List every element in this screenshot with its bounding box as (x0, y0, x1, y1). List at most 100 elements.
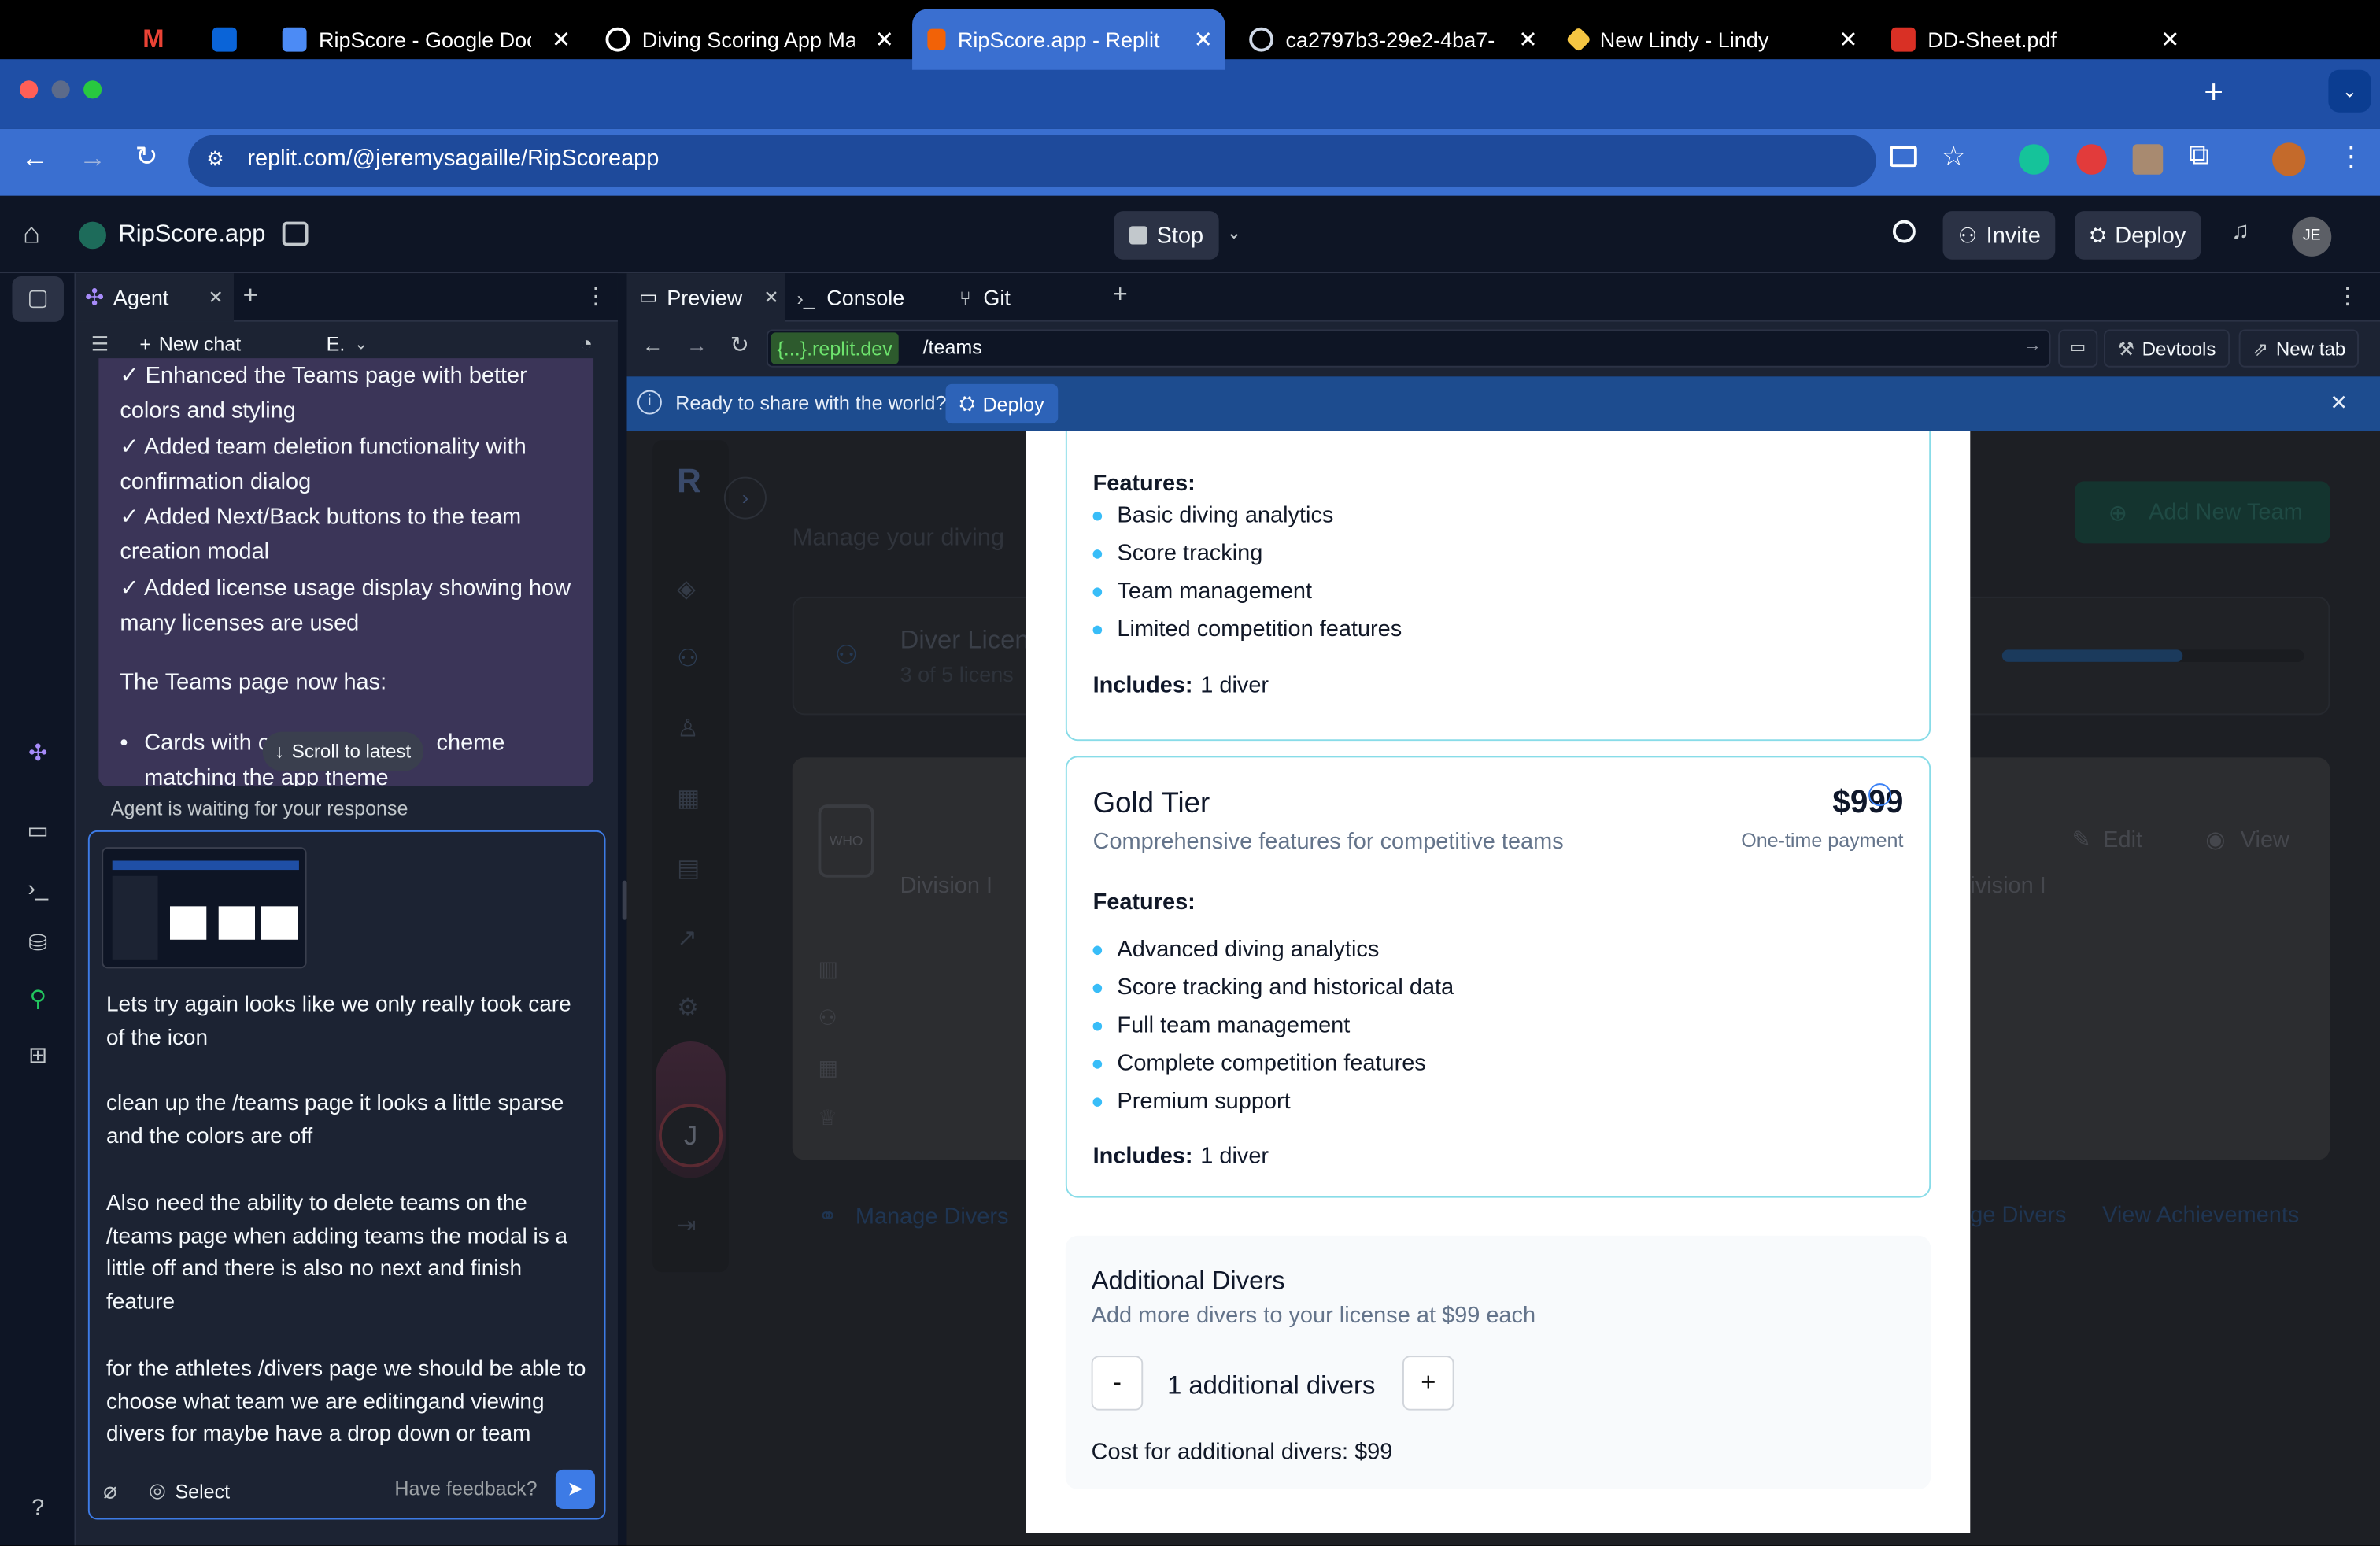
close-icon[interactable]: ✕ (875, 26, 894, 54)
select-element-button[interactable]: ◎ Select (149, 1478, 230, 1503)
chat-history-icon[interactable]: ☰ (91, 332, 109, 357)
decrement-button[interactable]: - (1091, 1356, 1144, 1411)
agent-tool-icon[interactable]: ✣ (23, 739, 54, 770)
preview-domain-chip[interactable]: {...}.replit.dev (771, 332, 899, 364)
forward-arrow-icon[interactable]: → (79, 142, 106, 174)
go-arrow-icon[interactable]: → (2023, 334, 2042, 355)
all-tools-grid-icon[interactable]: ⊞ (23, 1041, 54, 1072)
browser-tab-pdf[interactable]: DD-Sheet.pdf ✕ (1876, 9, 2192, 70)
site-info-icon[interactable]: ⚙ (206, 147, 224, 172)
app-user-avatar[interactable]: J (658, 1104, 722, 1168)
calendar-icon[interactable]: ▦ (677, 783, 700, 814)
home-icon[interactable]: ⌂ (23, 219, 40, 252)
open-new-tab-button[interactable]: ⇗ New tab (2238, 329, 2360, 368)
document-icon[interactable]: ▤ (677, 853, 700, 884)
add-new-team-button[interactable]: ⊕ Add New Team (2075, 481, 2330, 544)
back-arrow-icon[interactable]: ← (21, 142, 49, 174)
panel-resize-handle[interactable] (622, 880, 627, 920)
search-icon[interactable] (1892, 220, 1916, 243)
close-icon[interactable]: ✕ (1518, 26, 1537, 54)
close-icon[interactable]: ✕ (209, 287, 224, 308)
usage-gauge-icon[interactable]: ◔ (580, 331, 593, 355)
preview-tool-icon[interactable]: ▭ (23, 817, 54, 848)
browser-tab-chatgpt[interactable]: Diving Scoring App Mar ✕ (590, 9, 906, 70)
browser-tab-outlook[interactable] (198, 9, 258, 70)
close-icon[interactable]: ✕ (552, 26, 571, 54)
browser-tab-gmail[interactable]: M (128, 9, 185, 70)
add-pane-tab-icon[interactable]: + (1113, 279, 1128, 310)
layers-icon[interactable]: ◈ (677, 574, 696, 605)
browser-tab-lindy[interactable]: New Lindy - Lindy ✕ (1554, 9, 1870, 70)
tab-search-chevron-icon[interactable]: ⌄ (2328, 69, 2371, 113)
deployments-tool-icon[interactable]: ⚲ (23, 986, 54, 1016)
install-app-icon[interactable] (1890, 146, 1917, 168)
close-icon[interactable]: ✕ (1194, 26, 1213, 54)
attach-paperclip-icon[interactable]: ⌀ (103, 1477, 116, 1504)
stop-button[interactable]: Stop (1114, 211, 1219, 260)
settings-gear-icon[interactable]: ⚙ (677, 993, 699, 1023)
preview-back-icon[interactable]: ← (642, 332, 663, 357)
database-tool-icon[interactable]: ⛁ (23, 929, 54, 960)
view-team-button[interactable]: ◉ View (2205, 826, 2289, 853)
extensions-puzzle-icon[interactable]: ⧉ (2189, 139, 2209, 172)
window-zoom-button[interactable] (83, 80, 102, 99)
increment-button[interactable]: + (1402, 1356, 1454, 1411)
banner-deploy-button[interactable]: ⛭ Deploy (945, 383, 1058, 424)
browser-tab-replit[interactable]: RipScore.app - Replit ✕ (912, 9, 1225, 70)
project-panel-icon[interactable] (282, 221, 309, 246)
shell-tool-icon[interactable]: ›_ (23, 875, 54, 905)
gold-tier-card[interactable]: Gold Tier Comprehensive features for com… (1065, 756, 1931, 1198)
tab-preview[interactable]: ▭ Preview ✕ (626, 273, 785, 322)
invite-button[interactable]: ⚇ Invite (1942, 211, 2057, 260)
model-selector[interactable]: E. ⌄ (327, 332, 368, 355)
browser-tab-google-docs[interactable]: RipScore - Google Docs ✕ (267, 9, 582, 70)
device-preview-icon[interactable]: ▭ (2058, 329, 2098, 368)
preview-reload-icon[interactable]: ↻ (730, 331, 749, 358)
window-minimize-button[interactable] (51, 80, 70, 99)
help-icon[interactable]: ? (23, 1494, 54, 1525)
preview-forward-icon[interactable]: → (686, 332, 708, 357)
logout-icon[interactable]: ⇥ (677, 1211, 696, 1239)
devtools-button[interactable]: ⚒ Devtools (2103, 329, 2230, 368)
tab-console[interactable]: ›_ Console (796, 273, 904, 322)
tab-git[interactable]: ⑂ Git (959, 273, 1011, 322)
selection-radio[interactable] (1868, 783, 1891, 807)
add-tab-icon[interactable]: + (243, 281, 258, 312)
close-icon[interactable]: ✕ (763, 287, 778, 308)
profile-avatar[interactable] (2272, 142, 2306, 176)
deploy-button[interactable]: ⛭ Deploy (2075, 211, 2201, 260)
attached-screenshot-thumbnail[interactable] (102, 847, 307, 969)
run-options-chevron-icon[interactable]: ⌄ (1226, 222, 1241, 243)
window-close-button[interactable] (20, 80, 39, 99)
manage-divers-link[interactable]: ⚭ Manage Divers (818, 1202, 1008, 1230)
browser-tab-globe[interactable]: ca2797b3-29e2-4ba7- ✕ (1234, 9, 1550, 70)
chat-input-text[interactable]: Lets try again looks like we only really… (106, 989, 589, 1453)
pane-menu-icon[interactable]: ⋮ (2336, 283, 2359, 310)
users-icon[interactable]: ⚇ (677, 644, 699, 675)
award-icon[interactable]: ♙ (677, 713, 699, 744)
project-switcher[interactable]: RipScore.app (79, 214, 265, 257)
user-avatar[interactable]: JE (2292, 216, 2332, 257)
manage-divers-link[interactable]: ge Divers (1970, 1202, 2066, 1228)
reload-icon[interactable]: ↻ (135, 141, 158, 172)
agent-menu-icon[interactable]: ⋮ (584, 283, 607, 310)
view-achievements-link[interactable]: View Achievements (2102, 1202, 2299, 1228)
grammarly-extension-icon[interactable] (2018, 144, 2049, 175)
trend-icon[interactable]: ↗ (677, 923, 697, 954)
tab-agent[interactable]: ✣ Agent ✕ (76, 273, 234, 322)
browser-menu-icon[interactable]: ⋮ (2338, 141, 2365, 172)
banner-close-icon[interactable]: ✕ (2330, 390, 2348, 416)
feedback-link[interactable]: Have feedback? (394, 1477, 537, 1500)
close-icon[interactable]: ✕ (2160, 26, 2179, 54)
basic-tier-card[interactable]: Features: Basic diving analytics Score t… (1065, 431, 1931, 742)
scroll-to-latest-button[interactable]: ↓ Scroll to latest (262, 731, 423, 771)
new-chat-button[interactable]: + New chat (139, 332, 241, 355)
send-button[interactable]: ➤ (555, 1469, 595, 1509)
extension-hub-icon[interactable] (2132, 144, 2164, 175)
extension-red-icon[interactable] (2076, 144, 2107, 175)
edit-team-button[interactable]: ✎ Edit (2071, 826, 2142, 853)
sidebar-expand-icon[interactable]: › (723, 476, 767, 520)
notifications-bell-icon[interactable]: ♫ (2231, 219, 2249, 246)
bookmark-star-icon[interactable]: ☆ (1942, 141, 1966, 172)
close-icon[interactable]: ✕ (1839, 26, 1857, 54)
